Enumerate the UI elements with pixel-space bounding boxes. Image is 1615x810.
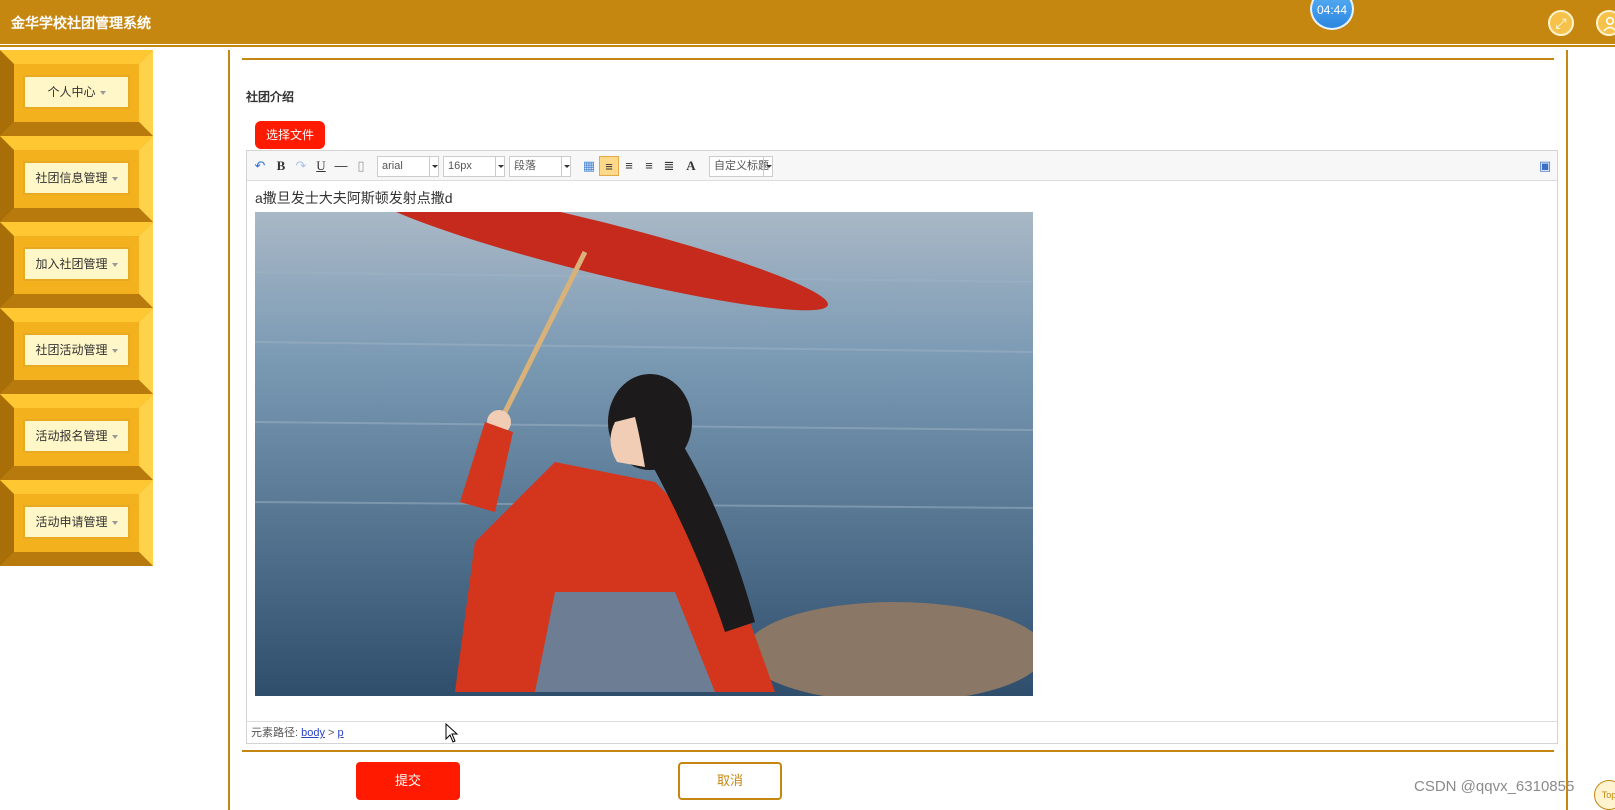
photo-image — [255, 212, 1033, 696]
back-to-top-button[interactable]: Top — [1594, 780, 1615, 810]
font-size-value: 16px — [448, 160, 472, 172]
undo-icon[interactable]: ↶ — [250, 156, 270, 176]
chevron-down-icon — [111, 348, 118, 353]
custom-heading-value: 自定义标题 — [714, 160, 769, 172]
app-title: 金华学校社团管理系统 — [11, 15, 151, 31]
editor-toolbar: ↶ B ↷ U — ▯ arial 16px 段落 ▦ ≡ ≡ ≡ ≣ A 自定… — [247, 151, 1557, 181]
path-link-p[interactable]: p — [338, 727, 344, 739]
sidebar-item-label: 活动报名管理 — [35, 429, 108, 443]
mouse-cursor-icon — [445, 723, 459, 743]
fullscreen-editor-icon[interactable]: ▣ — [1535, 156, 1555, 176]
sidebar-item-label: 个人中心 — [47, 85, 96, 99]
sidebar-item-label: 活动申请管理 — [35, 515, 108, 529]
element-path-label: 元素路径: — [251, 727, 299, 739]
chevron-down-icon — [111, 262, 118, 267]
sidebar-item-club-activity[interactable]: 社团活动管理 — [0, 308, 153, 394]
align-justify-icon[interactable]: ≣ — [659, 156, 679, 176]
document-icon[interactable]: ▯ — [351, 156, 371, 176]
top-header-bar: 金华学校社团管理系统 04:44 ⤢ — [0, 0, 1615, 42]
divider-top — [242, 58, 1554, 60]
user-button[interactable] — [1596, 10, 1615, 36]
divider-bottom — [242, 750, 1554, 752]
expand-icon: ⤢ — [1555, 15, 1567, 31]
align-right-icon[interactable]: ≡ — [619, 156, 639, 176]
sidebar-item-activity-signup[interactable]: 活动报名管理 — [0, 394, 153, 480]
editor-text: a撒旦发士大夫阿斯顿发射点撒d — [255, 190, 453, 206]
sidebar-item-personal-center[interactable]: 个人中心 — [0, 50, 153, 136]
choose-file-button[interactable]: 选择文件 — [255, 121, 325, 149]
sidebar-item-club-info[interactable]: 社团信息管理 — [0, 136, 153, 222]
sidebar-item-label: 加入社团管理 — [35, 257, 108, 271]
fullscreen-button[interactable]: ⤢ — [1548, 10, 1574, 36]
sidebar-item-join-club[interactable]: 加入社团管理 — [0, 222, 153, 308]
rich-text-editor: ↶ B ↷ U — ▯ arial 16px 段落 ▦ ≡ ≡ ≡ ≣ A 自定… — [246, 150, 1558, 744]
chevron-down-icon — [111, 434, 118, 439]
submit-button[interactable]: 提交 — [356, 762, 460, 800]
watermark-text: CSDN @qqvx_6310855 — [1414, 778, 1575, 795]
bold-icon[interactable]: B — [271, 156, 291, 176]
horizontal-rule-icon[interactable]: — — [331, 156, 351, 176]
editor-status-bar: 元素路径: body > p — [247, 721, 1557, 744]
user-icon — [1603, 16, 1615, 32]
paragraph-value: 段落 — [514, 160, 536, 172]
sidebar-item-activity-apply[interactable]: 活动申请管理 — [0, 480, 153, 566]
chevron-down-icon — [111, 176, 118, 181]
chevron-down-icon — [99, 90, 106, 95]
embedded-photo[interactable] — [255, 212, 1033, 696]
align-left-icon[interactable]: ≡ — [599, 156, 619, 176]
cancel-button[interactable]: 取消 — [678, 762, 782, 800]
underline-icon[interactable]: U — [311, 156, 331, 176]
redo-icon[interactable]: ↷ — [291, 156, 311, 176]
path-separator: > — [328, 727, 335, 739]
font-color-icon[interactable]: A — [681, 156, 701, 176]
font-family-select[interactable]: arial — [377, 156, 439, 177]
path-link-body[interactable]: body — [301, 727, 325, 739]
chevron-down-icon — [111, 520, 118, 525]
font-family-value: arial — [382, 160, 403, 172]
paragraph-select[interactable]: 段落 — [509, 156, 571, 177]
field-label-club-intro: 社团介绍 — [246, 90, 295, 104]
sidebar: 个人中心 社团信息管理 加入社团管理 社团活动管理 活动报名管理 活动申请管理 — [0, 50, 153, 566]
table-icon[interactable]: ▦ — [579, 156, 599, 176]
sidebar-item-label: 社团活动管理 — [35, 343, 108, 357]
custom-heading-select[interactable]: 自定义标题 — [709, 156, 773, 177]
sidebar-item-label: 社团信息管理 — [35, 171, 108, 185]
header-divider — [0, 42, 1615, 47]
editor-content-area[interactable]: a撒旦发士大夫阿斯顿发射点撒d — [247, 182, 1557, 720]
align-center-icon[interactable]: ≡ — [639, 156, 659, 176]
clock-badge: 04:44 — [1310, 0, 1354, 30]
font-size-select[interactable]: 16px — [443, 156, 505, 177]
